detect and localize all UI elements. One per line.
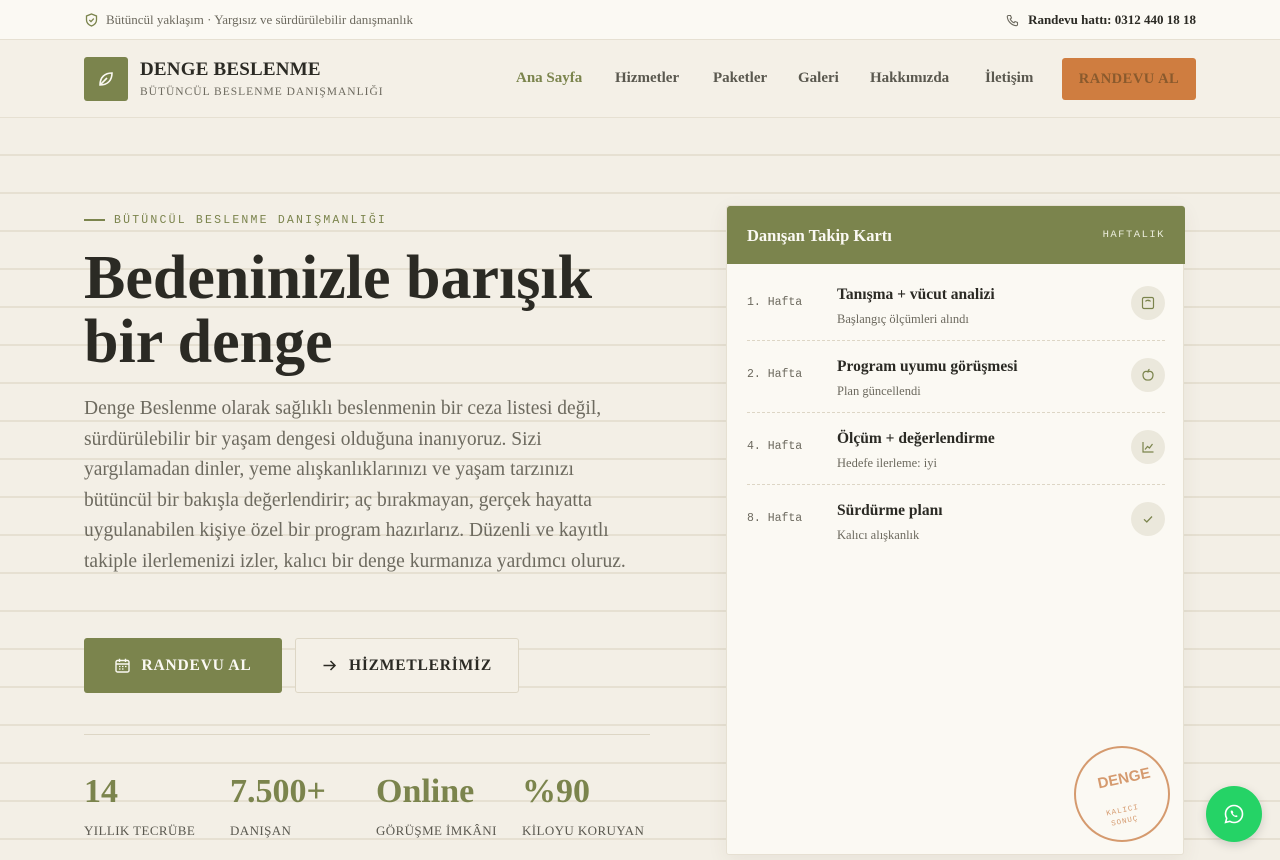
stamp-sub-text: KALICI SONUÇ: [1105, 803, 1140, 829]
stat-label-experience: YILLIK TECRÜBE: [84, 823, 196, 838]
row-week: 2. Hafta: [747, 368, 803, 381]
brand-subtitle: BÜTÜNCÜL BESLENME DANIŞMANLIĞI: [140, 86, 384, 98]
stat-label-retention: KİLOYU KORUYAN: [522, 823, 645, 838]
chart-icon: [1131, 430, 1165, 464]
nav-hizmetler[interactable]: Hizmetler: [615, 70, 679, 90]
row-title: Sürdürme planı: [837, 502, 943, 519]
card-badge: HAFTALIK: [1102, 229, 1165, 241]
nav-hakkimizda[interactable]: Hakkımızda: [870, 70, 949, 90]
stat-value-retention: %90: [522, 773, 590, 810]
tracking-row: 1. Hafta Tanışma + vücut analizi Başlang…: [747, 269, 1165, 341]
stat-label-online: GÖRÜŞME İMKÂNI: [376, 823, 497, 838]
stat-value-experience: 14: [84, 773, 118, 810]
leaf-icon: [99, 72, 113, 86]
nav-galeri[interactable]: Galeri: [798, 70, 839, 90]
stamp-main-text: DENGE: [1096, 764, 1152, 793]
phone-line[interactable]: Randevu hattı: 0312 440 18 18: [1006, 12, 1196, 28]
headline-line-2: bir denge: [84, 308, 333, 376]
apple-icon: [1131, 358, 1165, 392]
stats-divider: [84, 734, 650, 735]
shield-check-icon: [85, 13, 98, 27]
calendar-icon: [115, 658, 131, 673]
row-subtitle: Kalıcı alışkanlık: [837, 528, 920, 542]
top-bar: Bütüncül yaklaşım · Yargısız ve sürdürül…: [0, 0, 1280, 40]
card-header: Danışan Takip Kartı HAFTALIK: [727, 206, 1185, 264]
row-title: Ölçüm + değerlendirme: [837, 430, 995, 447]
card-title: Danışan Takip Kartı: [747, 226, 892, 245]
stat-label-clients: DANIŞAN: [230, 823, 292, 838]
phone-text: Randevu hattı: 0312 440 18 18: [1028, 12, 1196, 27]
row-week: 8. Hafta: [747, 512, 803, 525]
whatsapp-button[interactable]: [1206, 786, 1262, 842]
top-bar-tagline: Bütüncül yaklaşım · Yargısız ve sürdürül…: [85, 12, 413, 28]
brand-name[interactable]: DENGE BESLENME: [140, 59, 321, 81]
main-header: DENGE BESLENME BÜTÜNCÜL BESLENME DANIŞMA…: [0, 41, 1280, 118]
logo[interactable]: [84, 57, 128, 101]
whatsapp-icon: [1224, 804, 1244, 824]
tracking-row: 2. Hafta Program uyumu görüşmesi Plan gü…: [747, 341, 1165, 413]
tracking-row: 4. Hafta Ölçüm + değerlendirme Hedefe il…: [747, 413, 1165, 485]
eyebrow-line: [84, 219, 105, 221]
row-subtitle: Başlangıç ölçümleri alındı: [837, 312, 969, 326]
header-appointment-button[interactable]: RANDEVU AL: [1062, 58, 1196, 100]
eyebrow-text: BÜTÜNCÜL BESLENME DANIŞMANLIĞI: [114, 213, 388, 227]
arrow-right-icon: [323, 660, 337, 671]
check-icon: [1131, 502, 1165, 536]
row-subtitle: Hedefe ilerleme: iyi: [837, 456, 937, 470]
hero-intro: Denge Beslenme olarak sağlıklı beslenmen…: [84, 398, 626, 572]
hero-eyebrow: BÜTÜNCÜL BESLENME DANIŞMANLIĞI: [84, 212, 387, 228]
row-title: Tanışma + vücut analizi: [837, 286, 995, 303]
tracking-row: 8. Hafta Sürdürme planı Kalıcı alışkanlı…: [747, 485, 1165, 557]
services-button[interactable]: HİZMETLERİMİZ: [295, 638, 519, 693]
hero-headline: Bedeninizle barışık bir denge: [84, 246, 684, 374]
row-title: Program uyumu görüşmesi: [837, 358, 1018, 375]
headline-line-1: Bedeninizle barışık: [84, 244, 593, 312]
nav-paketler[interactable]: Paketler: [713, 70, 767, 90]
client-tracking-card: Danışan Takip Kartı HAFTALIK 1. Hafta Ta…: [726, 205, 1185, 855]
nav-ana-sayfa[interactable]: Ana Sayfa: [516, 70, 582, 90]
stat-value-online: Online: [376, 773, 475, 810]
hero-section: BÜTÜNCÜL BESLENME DANIŞMANLIĞI Bedeniniz…: [0, 118, 1280, 860]
scale-icon: [1131, 286, 1165, 320]
tagline-text: Bütüncül yaklaşım · Yargısız ve sürdürül…: [106, 12, 414, 27]
row-subtitle: Plan güncellendi: [837, 384, 921, 398]
hero-appointment-button[interactable]: RANDEVU AL: [84, 638, 282, 693]
row-week: 4. Hafta: [747, 440, 803, 453]
nav-iletisim[interactable]: İletişim: [985, 70, 1033, 90]
services-label: HİZMETLERİMİZ: [348, 656, 493, 674]
phone-icon: [1006, 14, 1019, 27]
row-week: 1. Hafta: [747, 296, 803, 309]
stamp-seal: DENGE KALICI SONUÇ: [1074, 746, 1170, 842]
hero-appointment-label: RANDEVU AL: [141, 656, 252, 674]
stat-value-clients: 7.500+: [230, 773, 326, 810]
